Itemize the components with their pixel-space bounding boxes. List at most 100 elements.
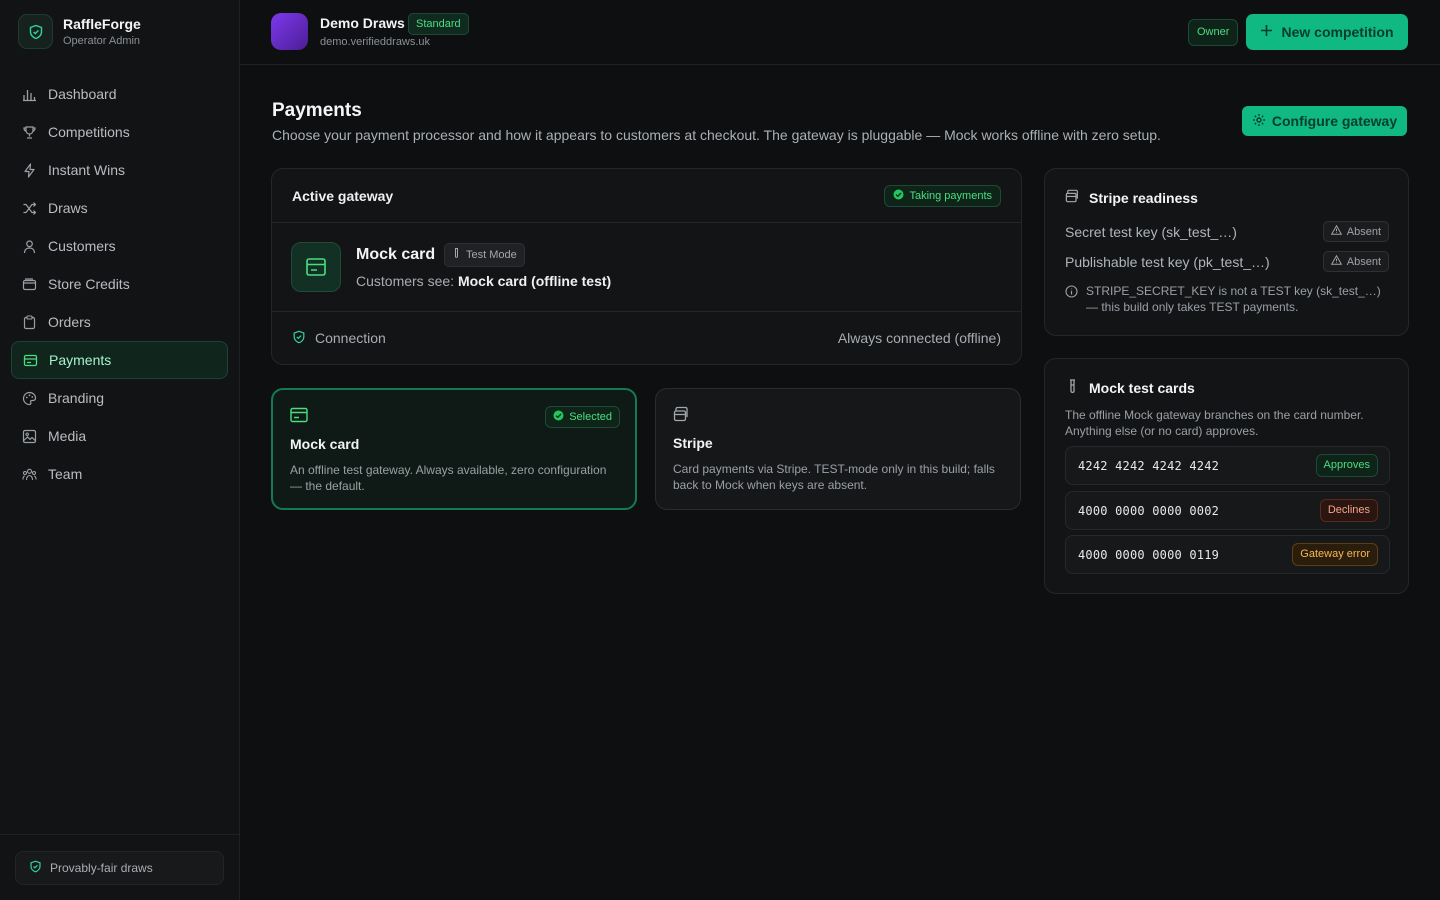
clipboard-icon <box>22 314 37 330</box>
customers-see: Customers see: Mock card (offline test) <box>356 273 611 289</box>
new-competition-button[interactable]: New competition <box>1246 14 1408 50</box>
shield-logo-icon <box>18 14 53 49</box>
gateway-option-description: An offline test gateway. Always availabl… <box>290 463 607 493</box>
configure-gateway-button[interactable]: Configure gateway <box>1242 106 1407 136</box>
customers-see-value: Mock card (offline test) <box>457 273 612 289</box>
key-label: Secret test key (sk_test_…) <box>1065 223 1237 240</box>
stripe-readiness-card: Stripe readiness Secret test key (sk_tes… <box>1044 168 1409 336</box>
gateway-option-mock-card[interactable]: Selected Mock card An offline test gatew… <box>271 388 637 510</box>
test-card-result-badge: Declines <box>1319 499 1378 522</box>
key-status-badge: Absent <box>1322 221 1389 242</box>
gateway-status-label: Taking payments <box>909 189 992 202</box>
active-gateway-body: Mock card Test Mode Customers see: Mock … <box>272 223 1021 312</box>
selected-badge: Selected <box>545 406 620 428</box>
active-gateway-name: Mock card <box>356 246 436 263</box>
mock-test-cards-description: The offline Mock gateway branches on the… <box>1065 408 1364 438</box>
sidebar-item-store-credits[interactable]: Store Credits <box>11 265 228 303</box>
active-gateway-card: Active gateway Taking payments Mock card… <box>271 168 1022 365</box>
sidebar-item-label: Orders <box>48 314 91 330</box>
bar-chart-icon <box>22 87 37 102</box>
image-icon <box>22 429 37 444</box>
sidebar-item-competitions[interactable]: Competitions <box>11 113 228 151</box>
warning-icon <box>1330 254 1342 268</box>
wallet-icon <box>22 277 37 292</box>
shield-check-icon <box>29 860 42 876</box>
connection-value: Always connected (offline) <box>837 330 1001 346</box>
org-domain: demo.verifieddraws.uk <box>320 36 431 48</box>
test-tube-icon <box>1065 379 1080 397</box>
credit-card-icon <box>290 407 308 426</box>
stripe-key-warning: STRIPE_SECRET_KEY is not a TEST key (sk_… <box>1065 283 1388 315</box>
sidebar: RaffleForge Operator Admin Dashboard Com… <box>0 0 240 900</box>
sidebar-item-label: Customers <box>48 238 116 254</box>
sidebar-item-dashboard[interactable]: Dashboard <box>11 75 228 113</box>
test-card-row[interactable]: 4242 4242 4242 4242 Approves <box>1065 446 1390 485</box>
gateway-status-badge: Taking payments <box>884 184 1001 207</box>
test-tube-icon <box>452 248 461 262</box>
stripe-readiness-heading: Stripe readiness <box>1089 189 1198 206</box>
stripe-icon <box>1065 189 1080 206</box>
stripe-icon <box>673 406 690 425</box>
shield-check-icon <box>292 330 306 347</box>
page-title: Payments <box>272 100 362 121</box>
connection-row: Connection Always connected (offline) <box>272 312 1021 364</box>
user-icon <box>22 239 37 254</box>
stripe-key-warning-text: STRIPE_SECRET_KEY is not a TEST key (sk_… <box>1086 284 1381 314</box>
credit-card-icon <box>23 353 38 368</box>
sidebar-item-payments[interactable]: Payments <box>11 341 228 379</box>
mock-test-cards-card: Mock test cards The offline Mock gateway… <box>1044 358 1409 594</box>
configure-gateway-label: Configure gateway <box>1271 113 1398 129</box>
new-competition-label: New competition <box>1281 24 1394 40</box>
sidebar-item-label: Dashboard <box>48 86 117 102</box>
plus-icon <box>1260 24 1273 40</box>
sidebar-item-label: Draws <box>48 200 88 216</box>
sidebar-item-customers[interactable]: Customers <box>11 227 228 265</box>
test-card-number: 4242 4242 4242 4242 <box>1078 458 1220 473</box>
key-label: Publishable test key (pk_test_…) <box>1065 253 1270 270</box>
role-badge: Owner <box>1188 19 1239 46</box>
sidebar-item-team[interactable]: Team <box>11 455 228 493</box>
warning-icon <box>1330 224 1342 238</box>
brand-name: RaffleForge <box>63 16 141 32</box>
provably-fair-badge[interactable]: Provably-fair draws <box>15 851 224 885</box>
test-card-result-badge: Gateway error <box>1292 543 1378 566</box>
active-gateway-heading: Active gateway <box>292 187 394 204</box>
org-avatar[interactable] <box>271 13 308 50</box>
sidebar-item-draws[interactable]: Draws <box>11 189 228 227</box>
sidebar-item-label: Team <box>48 466 83 482</box>
test-card-result-badge: Approves <box>1315 454 1378 477</box>
test-card-row[interactable]: 4000 0000 0000 0119 Gateway error <box>1065 535 1390 574</box>
gateway-option-stripe[interactable]: Stripe Card payments via Stripe. TEST-mo… <box>655 388 1021 510</box>
sidebar-item-media[interactable]: Media <box>11 417 228 455</box>
sidebar-item-instant-wins[interactable]: Instant Wins <box>11 151 228 189</box>
key-status-badge: Absent <box>1322 251 1389 272</box>
sidebar-item-label: Media <box>48 428 87 444</box>
key-status-label: Absent <box>1346 225 1381 238</box>
mock-test-cards-heading: Mock test cards <box>1089 380 1195 396</box>
sidebar-item-orders[interactable]: Orders <box>11 303 228 341</box>
sidebar-item-branding[interactable]: Branding <box>11 379 228 417</box>
customers-see-label: Customers see: <box>356 273 455 289</box>
secret-key-row: Secret test key (sk_test_…) Absent <box>1065 221 1389 242</box>
credit-card-icon <box>291 242 341 292</box>
gateway-option-title: Stripe <box>673 435 713 451</box>
selected-label: Selected <box>569 411 612 423</box>
topbar: Demo Draws Standard demo.verifieddraws.u… <box>240 0 1440 65</box>
gear-icon <box>1252 113 1266 130</box>
test-mode-badge: Test Mode <box>444 243 525 267</box>
check-circle-icon <box>553 410 564 424</box>
test-card-row[interactable]: 4000 0000 0000 0002 Declines <box>1065 491 1390 530</box>
team-icon <box>22 467 37 482</box>
org-name: Demo Draws <box>320 15 405 31</box>
gateway-option-description: Card payments via Stripe. TEST-mode only… <box>673 462 995 492</box>
plan-badge: Standard <box>408 13 469 35</box>
connection-label: Connection <box>315 330 386 346</box>
test-mode-label: Test Mode <box>466 249 517 261</box>
brand[interactable]: RaffleForge Operator Admin <box>18 14 141 49</box>
sidebar-item-label: Store Credits <box>48 276 130 292</box>
page-description: Choose your payment processor and how it… <box>272 127 1161 143</box>
gateway-option-title: Mock card <box>290 436 360 452</box>
brand-subtitle: Operator Admin <box>63 35 141 47</box>
publishable-key-row: Publishable test key (pk_test_…) Absent <box>1065 251 1389 272</box>
info-icon <box>1065 285 1078 315</box>
